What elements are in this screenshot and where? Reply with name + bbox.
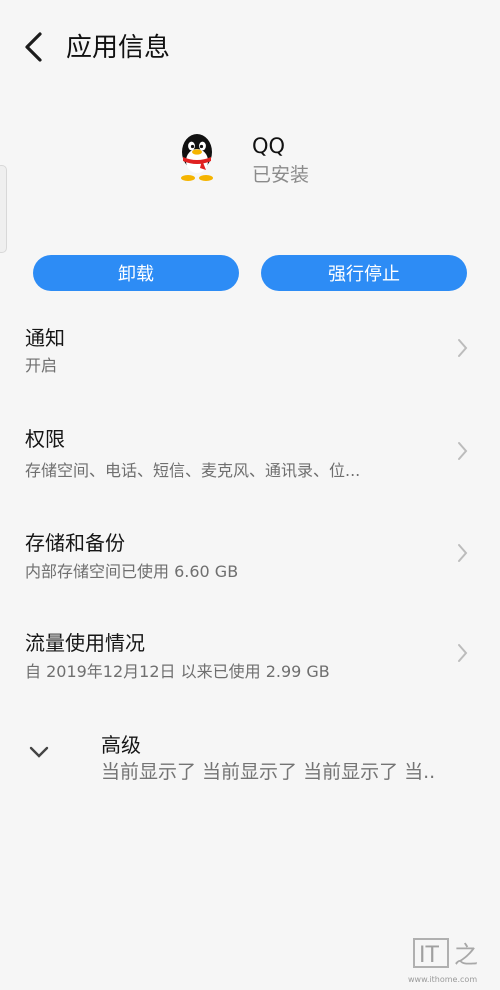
chevron-right-icon <box>458 644 468 662</box>
settings-item-subtitle: 自 2019年12月12日 以来已使用 2.99 GB <box>25 662 330 681</box>
uninstall-button[interactable]: 卸载 <box>33 255 239 291</box>
settings-item-title: 高级 <box>101 733 141 757</box>
edge-handle[interactable] <box>0 165 7 253</box>
settings-item-storage[interactable]: 存储和备份 内部存储空间已使用 6.60 GB <box>0 515 500 615</box>
svg-text:IT: IT <box>419 943 439 968</box>
back-arrow-icon[interactable] <box>20 30 48 64</box>
qq-penguin-icon <box>181 134 213 181</box>
settings-item-subtitle: 当前显示了 当前显示了 当前显示了 当.. <box>101 761 436 783</box>
settings-item-title: 流量使用情况 <box>25 631 145 655</box>
settings-item-title: 通知 <box>25 326 65 350</box>
settings-item-subtitle: 存储空间、电话、短信、麦克风、通讯录、位... <box>25 461 361 480</box>
chevron-right-icon <box>458 339 468 357</box>
watermark-url: www.ithome.com <box>408 975 478 984</box>
settings-item-notifications[interactable]: 通知 开启 <box>0 310 500 410</box>
settings-item-permissions[interactable]: 权限 存储空间、电话、短信、麦克风、通讯录、位... <box>0 411 500 511</box>
chevron-right-icon <box>458 544 468 562</box>
app-name: QQ <box>252 134 286 158</box>
force-stop-button[interactable]: 强行停止 <box>261 255 467 291</box>
settings-item-subtitle: 内部存储空间已使用 6.60 GB <box>25 562 239 581</box>
page-title: 应用信息 <box>66 33 171 63</box>
settings-item-title: 存储和备份 <box>25 531 125 555</box>
app-bar: 应用信息 <box>0 0 500 92</box>
settings-item-subtitle: 开启 <box>25 356 58 375</box>
app-install-status: 已安装 <box>252 164 310 186</box>
settings-item-title: 权限 <box>25 427 65 451</box>
svg-text:之: 之 <box>454 941 478 969</box>
chevron-down-icon <box>29 746 49 758</box>
chevron-right-icon <box>458 442 468 460</box>
settings-item-data-usage[interactable]: 流量使用情况 自 2019年12月12日 以来已使用 2.99 GB <box>0 615 500 715</box>
